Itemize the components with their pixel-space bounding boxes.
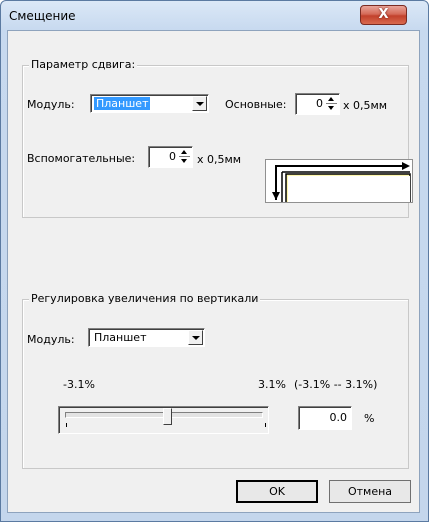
module-select-value: Планшет — [94, 97, 151, 110]
aux-shift-value: 0 — [169, 150, 176, 163]
magnification-value-field[interactable]: 0.0 — [298, 406, 352, 430]
chevron-down-icon[interactable] — [188, 330, 203, 345]
dialog-title: Смещение — [9, 9, 76, 23]
shift-parameters-legend: Параметр сдвига: — [29, 58, 138, 71]
cancel-button[interactable]: Отмена — [329, 480, 411, 503]
slider-range-label: (-3.1% -- 3.1%) — [294, 378, 378, 391]
slider-min-label: -3.1% — [63, 378, 95, 391]
slider-max-label: 3.1% — [258, 378, 286, 391]
module-select[interactable]: Планшет — [90, 94, 209, 113]
main-shift-value: 0 — [316, 97, 323, 110]
vertical-magnification-legend: Регулировка увеличения по вертикали — [29, 292, 261, 305]
aux-shift-label: Вспомогательные: — [27, 152, 136, 165]
vertical-module-label: Модуль: — [27, 333, 75, 346]
main-shift-unit: x 0,5мм — [343, 99, 388, 112]
dialog-client-area: Параметр сдвига: Модуль: Планшет Основны… — [7, 30, 420, 513]
slider-thumb[interactable] — [163, 408, 172, 425]
vertical-magnification-slider[interactable] — [58, 406, 269, 434]
close-icon: X — [378, 7, 389, 22]
aux-shift-spinbox[interactable]: 0 — [148, 146, 193, 168]
aux-shift-updown-icon[interactable] — [178, 148, 191, 166]
vertical-module-select[interactable]: Планшет — [88, 328, 205, 347]
shift-direction-icon — [272, 162, 411, 205]
main-shift-label: Основные: — [225, 98, 287, 111]
slider-tick-min — [66, 423, 67, 427]
module-label: Модуль: — [27, 98, 75, 111]
chevron-down-icon[interactable] — [192, 96, 207, 111]
main-shift-spinbox[interactable]: 0 — [295, 93, 340, 115]
aux-shift-unit: x 0,5мм — [197, 153, 242, 166]
title-bar[interactable]: Смещение X — [1, 1, 428, 31]
slider-tick-max — [265, 423, 266, 427]
main-shift-updown-icon[interactable] — [325, 95, 338, 113]
vertical-module-select-value: Планшет — [94, 331, 147, 344]
magnification-unit: % — [364, 412, 375, 425]
ok-button[interactable]: OK — [236, 480, 318, 503]
magnification-value: 0.0 — [329, 411, 348, 424]
shift-preview-image — [265, 159, 413, 205]
close-button[interactable]: X — [360, 5, 407, 25]
